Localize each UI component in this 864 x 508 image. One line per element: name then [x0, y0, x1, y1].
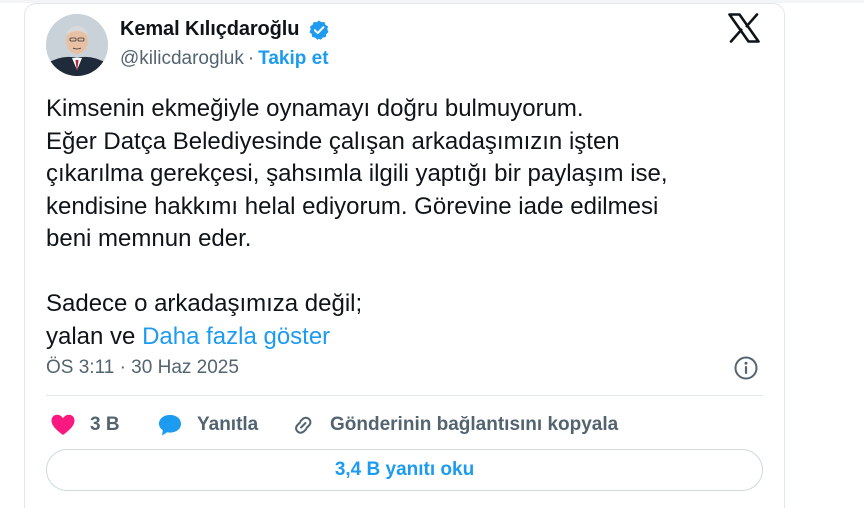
- link-icon: [295, 416, 312, 434]
- divider: [46, 395, 763, 396]
- x-logo-icon[interactable]: [728, 13, 760, 43]
- author-handle[interactable]: @kilicdarogluk: [120, 48, 244, 69]
- tweet-timestamp[interactable]: ÖS 3:11 · 30 Haz 2025: [46, 357, 239, 379]
- tweet-last-line: yalan ve Daha fazla göster: [46, 321, 766, 354]
- show-more-link[interactable]: Daha fazla göster: [142, 323, 330, 350]
- tweet-line: Sadece o arkadaşımıza değil;: [46, 290, 363, 317]
- reply-bubble-icon: [159, 415, 181, 436]
- heart-icon: [51, 414, 75, 435]
- tweet-line: çıkarılma gerekçesi, şahsımla ilgili yap…: [46, 160, 668, 187]
- tweet-line: beni memnun eder.: [46, 225, 252, 252]
- like-count: 3 B: [90, 414, 120, 435]
- copy-link-label: Gönderinin bağlantısını kopyala: [330, 414, 619, 435]
- tweet-line: Eğer Datça Belediyesinde çalışan arkadaş…: [46, 127, 620, 155]
- reply-label: Yanıtla: [197, 414, 259, 435]
- tweet-text: Kimsenin ekmeğiyle oynamayı doğru bulmuy…: [46, 93, 766, 353]
- read-replies-button[interactable]: 3,4 B yanıtı oku: [46, 449, 763, 491]
- reply-button[interactable]: Yanıtla: [157, 411, 258, 439]
- copy-link-button[interactable]: Gönderinin bağlantısını kopyala: [290, 411, 618, 439]
- tweet-line: kendisine hakkımı helal ediyorum. Görevi…: [46, 192, 659, 220]
- handle-row: @kilicdarogluk · Takip et: [120, 48, 329, 70]
- tweet-line-prefix: yalan ve: [46, 322, 136, 350]
- tweet-line: Kimsenin ekmeğiyle oynamayı doğru bulmuy…: [46, 95, 584, 122]
- author-display-name[interactable]: Kemal Kılıçdaroğlu: [120, 18, 299, 41]
- verified-badge-icon: [309, 20, 329, 40]
- like-button[interactable]: 3 B: [50, 411, 120, 439]
- follow-button[interactable]: Takip et: [258, 48, 328, 69]
- separator-dot: ·: [247, 48, 255, 69]
- info-icon[interactable]: [733, 355, 759, 381]
- avatar[interactable]: [46, 14, 108, 76]
